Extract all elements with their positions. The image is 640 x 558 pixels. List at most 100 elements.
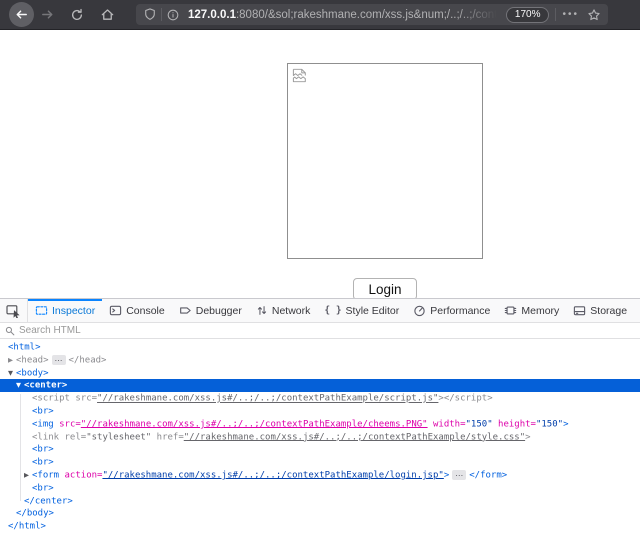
inspector-icon [35,304,48,317]
attr-name[interactable]: src= [59,419,81,429]
tag-token[interactable]: > [563,419,568,429]
twisty-spacer [8,507,16,520]
tag-token[interactable]: </head> [69,355,107,365]
tag-token[interactable]: <body> [16,368,49,378]
twisty-spacer [0,341,8,354]
bookmark-star-icon[interactable] [585,8,608,22]
tab-memory[interactable]: Memory [497,299,566,322]
twisty-spacer [24,405,32,418]
tag-token[interactable]: <br> [32,483,54,493]
back-button[interactable] [9,2,34,27]
tag-token[interactable]: <br> [32,458,54,468]
attr-name[interactable]: action= [65,470,103,480]
page-actions-ellipsis-icon[interactable]: ••• [556,9,585,20]
tree-row[interactable]: <br> [0,456,640,469]
attr-name[interactable]: href= [157,432,184,442]
attr-value[interactable]: "//rakeshmane.com/xss.js#/..;/..;/contex… [102,470,443,480]
tree-row[interactable]: <br> [0,405,640,418]
twisty-collapsed-icon[interactable]: ▶ [24,469,32,482]
attr-name[interactable]: width= [433,419,466,429]
tree-row[interactable]: <html> [0,341,640,354]
tab-network[interactable]: Network [249,299,318,322]
tree-row[interactable]: <img src="//rakeshmane.com/xss.js#/..;/.… [0,418,640,431]
attr-name[interactable]: src= [75,394,97,404]
tree-row[interactable]: ▼<center> [0,379,640,392]
tree-row[interactable]: </body> [0,507,640,520]
twisty-spacer [24,456,32,469]
tag-token[interactable]: > [525,432,530,442]
attr-value[interactable]: "150" [536,419,563,429]
attr-name[interactable]: height= [498,419,536,429]
tab-label: Debugger [196,305,242,317]
tag-token[interactable]: <br> [32,445,54,455]
search-html-bar[interactable]: Search HTML [0,323,640,339]
twisty-spacer [24,431,32,444]
url-bar[interactable]: 127.0.0.1:8080/&sol;rakeshmane.com/xss.j… [136,4,608,25]
ellipsis-badge[interactable]: … [52,355,66,365]
page-info-icon[interactable] [162,9,184,21]
console-icon [109,304,122,317]
ellipsis-badge[interactable]: … [452,470,466,480]
attr-name[interactable]: rel= [65,432,87,442]
element-picker-button[interactable] [0,299,27,322]
tree-row[interactable]: ▼<body> [0,367,640,380]
tag-token[interactable]: <script [32,394,70,404]
tab-performance[interactable]: Performance [406,299,497,322]
reload-button[interactable] [64,2,90,28]
tag-token[interactable]: </html> [8,522,46,532]
browser-toolbar: 127.0.0.1:8080/&sol;rakeshmane.com/xss.j… [0,0,640,30]
tag-token[interactable]: <form [32,470,59,480]
login-button[interactable]: Login [353,278,417,298]
reload-icon [70,8,84,22]
tab-inspector[interactable]: Inspector [28,299,102,322]
attr-value[interactable]: "//rakeshmane.com/xss.js#/..;/..;/contex… [81,419,428,429]
tag-token[interactable]: <link [32,432,59,442]
tag-token[interactable]: </body> [16,509,54,519]
tab-accessibility[interactable]: Acc [634,299,640,322]
browser-window: 127.0.0.1:8080/&sol;rakeshmane.com/xss.j… [0,0,640,558]
tab-storage[interactable]: Storage [566,299,634,322]
tag-token[interactable]: <html> [8,343,41,353]
zoom-level-badge[interactable]: 170% [506,7,550,23]
home-button[interactable] [94,2,120,28]
broken-image-icon [292,68,308,88]
memory-chip-icon [504,304,517,317]
tab-label: Performance [430,305,490,317]
twisty-spacer [16,495,24,508]
network-arrows-icon [256,304,268,317]
element-picker-icon [6,304,22,318]
tag-token[interactable]: <br> [32,406,54,416]
tag-token[interactable]: </center> [24,496,73,506]
tag-token[interactable]: <img [32,419,54,429]
tag-token[interactable]: > [444,470,449,480]
tag-token[interactable]: </form> [469,470,507,480]
twisty-expanded-icon[interactable]: ▼ [8,367,16,380]
tree-row[interactable]: </center> [0,495,640,508]
tree-row[interactable]: <link rel="stylesheet" href="//rakeshman… [0,431,640,444]
tree-row[interactable]: <script src="//rakeshmane.com/xss.js#/..… [0,392,640,405]
attr-value[interactable]: "stylesheet" [86,432,151,442]
tab-label: Network [272,305,311,317]
forward-button[interactable] [34,2,60,28]
devtools-tabs: InspectorConsole Debugger Network { }Style … [28,299,640,322]
tree-row[interactable]: <br> [0,482,640,495]
debugger-icon [179,304,192,317]
twisty-expanded-icon[interactable]: ▼ [16,379,24,392]
tree-row[interactable]: ▶<head>…</head> [0,354,640,367]
attr-value[interactable]: "//rakeshmane.com/xss.js#/..;/..;/contex… [184,432,525,442]
tree-row[interactable]: </html> [0,520,640,533]
tab-debugger[interactable]: Debugger [172,299,249,322]
html-tree: <html>▶<head>…</head>▼<body>▼<center> <s… [0,339,640,558]
tab-console[interactable]: Console [102,299,172,322]
attr-value[interactable]: "//rakeshmane.com/xss.js#/..;/..;/contex… [97,394,438,404]
tag-token[interactable]: <center> [24,381,67,391]
twisty-collapsed-icon[interactable]: ▶ [8,354,16,367]
tree-row[interactable]: ▶<form action="//rakeshmane.com/xss.js#/… [0,469,640,482]
tab-style-editor[interactable]: { }Style Editor [317,299,406,322]
tree-row[interactable]: <br> [0,443,640,456]
attr-value[interactable]: "150" [466,419,493,429]
tracking-protection-shield-icon[interactable] [136,8,161,21]
tag-token[interactable]: <head> [16,355,49,365]
tag-token[interactable]: ></script> [438,394,492,404]
url-text: 127.0.0.1:8080/&sol;rakeshmane.com/xss.j… [184,9,500,21]
